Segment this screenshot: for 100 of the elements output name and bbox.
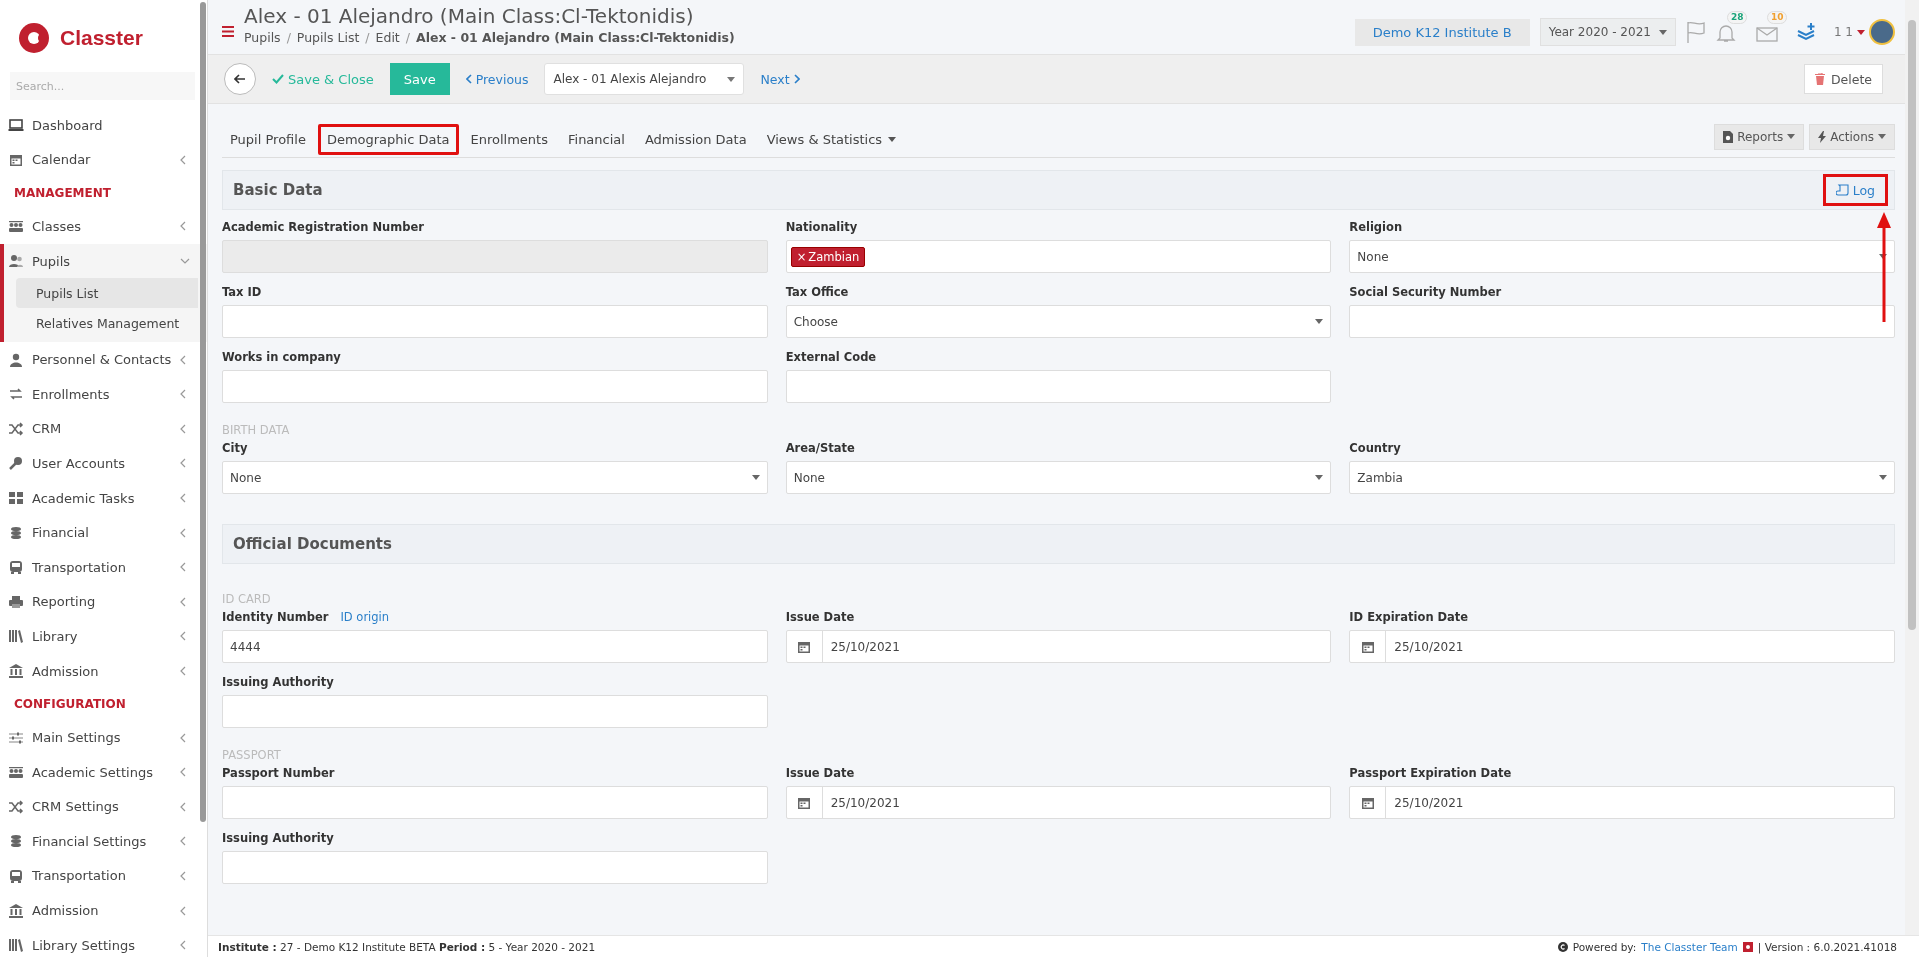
scrollbar[interactable] [1905,0,1919,935]
dropdown-button[interactable]: Reports [1714,123,1805,150]
select-field[interactable]: None [785,461,1332,494]
trash-icon [1814,73,1825,85]
breadcrumb-link[interactable]: Pupils [244,30,281,45]
sidebar-item[interactable]: Dashboard [0,108,200,143]
sidebar-item[interactable]: User Accounts [0,446,200,481]
tab[interactable]: Pupil Profile [222,125,314,154]
scrollbar[interactable] [200,2,206,822]
previous-button[interactable]: Previous [459,70,535,88]
breadcrumb-current: Alex - 01 Alejandro (Main Class:Cl-Tektonidis) [416,30,735,45]
chevron-icon [180,905,186,916]
sidebar-item[interactable]: Financial [0,515,200,550]
sidebar-item[interactable]: Academic Settings [0,754,200,790]
flag-icon[interactable] [1685,21,1706,43]
text-field[interactable] [785,370,1332,403]
footer-info: Institute : 27 - Demo K12 Institute BETA Period : 5 - Year 2020 - 2021 [218,940,596,953]
lightning-icon [1818,130,1827,143]
tab[interactable]: Admission Data [636,125,755,154]
chevron-icon [180,767,186,778]
people-icon [8,764,24,781]
sidebar-item[interactable]: Academic Tasks [0,480,200,516]
caret-icon [1878,134,1886,139]
select-field[interactable]: Zambia [1349,461,1895,494]
text-field[interactable]: 4444 [222,630,768,663]
next-button[interactable]: Next [754,70,806,88]
tab[interactable]: Financial [560,125,633,154]
tags-field[interactable]: × Zambian [785,240,1332,273]
field-label: ID Expiration Date [1349,609,1469,624]
bus-icon [8,868,24,884]
page-title: Alex - 01 Alejandro (Main Class:Cl-Tektonidis) [244,4,695,28]
field-label: Nationality [785,219,858,234]
log-button[interactable]: Log [1822,174,1888,206]
link[interactable]: ID origin [340,609,390,624]
text-field[interactable] [222,851,768,884]
field-label: Religion [1349,219,1403,234]
text-field[interactable] [222,305,768,338]
sidebar-subitem[interactable]: Pupils List [16,278,198,309]
back-arrow-icon [234,74,246,84]
layers-plus-icon[interactable] [1795,22,1818,42]
year-dropdown[interactable]: Year 2020 - 2021 [1539,18,1676,46]
text-field[interactable] [222,695,768,728]
check-icon [272,74,284,84]
sidebar-item[interactable]: Enrollments [0,376,200,412]
date-field[interactable]: 25/10/2021 [785,630,1332,663]
select-field[interactable]: None [222,461,768,494]
bank-icon [8,902,24,919]
sidebar-subitem[interactable]: Relatives Management [16,308,198,339]
chevron-icon [180,221,186,232]
caret-icon [888,137,897,142]
sidebar-item[interactable]: Library Settings [0,927,200,957]
sidebar-item[interactable]: Pupils [4,243,204,279]
group-caption: ID CARD [222,592,272,606]
caret-icon [1879,475,1887,480]
sidebar-item[interactable]: Transportation [0,858,200,894]
breadcrumb-link[interactable]: Pupils List [296,30,360,45]
delete-button[interactable]: Delete [1803,64,1883,94]
menu-icon[interactable] [222,26,234,37]
search-field[interactable]: Search... [10,72,195,100]
institute-button[interactable]: Demo K12 Institute B [1354,18,1530,46]
sidebar-item[interactable]: Admission [0,653,200,689]
text-field[interactable] [1349,305,1895,338]
tag-chip[interactable]: × Zambian [790,246,866,267]
date-field[interactable]: 25/10/2021 [1349,630,1895,663]
sidebar-item[interactable]: Financial Settings [0,824,200,859]
team-link[interactable]: The Classter Team [1641,940,1738,953]
bank-icon [8,663,24,679]
sidebar-item[interactable]: CRM Settings [0,789,200,825]
select-field[interactable]: None [1349,240,1895,273]
text-field[interactable] [222,786,768,819]
tab[interactable]: Views & Statistics [758,125,905,154]
sidebar-item[interactable]: CRM [0,411,200,447]
sidebar-item[interactable]: Transportation [0,549,200,585]
sidebar-item[interactable]: Classes [0,209,200,244]
sidebar-item[interactable]: Admission [0,893,200,928]
sidebar-item[interactable]: Reporting [0,584,200,620]
breadcrumb-link[interactable]: Edit [375,30,400,45]
dropdown-button[interactable]: Actions [1809,123,1895,150]
report-icon [1723,130,1734,143]
date-field[interactable]: 25/10/2021 [1349,786,1895,819]
back-button[interactable] [224,63,256,95]
text-field[interactable] [222,370,768,403]
sidebar-item[interactable]: Calendar [0,142,200,178]
tab[interactable]: Enrollments [462,125,556,154]
field-label: Issuing Authority [222,674,334,689]
count-badge: 10 [1766,11,1788,24]
chevron-icon [180,836,186,847]
field-label: Passport Number [222,765,335,780]
chevron-icon [180,871,186,881]
people-icon [8,253,24,270]
user-menu[interactable]: 1 1 [1827,18,1901,46]
grid-icon [8,490,24,507]
tab[interactable]: Demographic Data [317,124,459,155]
sidebar-item[interactable]: Main Settings [0,720,200,755]
select-field[interactable]: Choose [785,305,1332,338]
date-field[interactable]: 25/10/2021 [785,786,1332,819]
record-select[interactable]: Alex - 01 Alexis Alejandro [544,63,745,95]
sidebar-item[interactable]: Library [0,619,200,654]
sidebar-item[interactable]: Personnel & Contacts [0,342,200,377]
caret-icon [1857,29,1865,35]
